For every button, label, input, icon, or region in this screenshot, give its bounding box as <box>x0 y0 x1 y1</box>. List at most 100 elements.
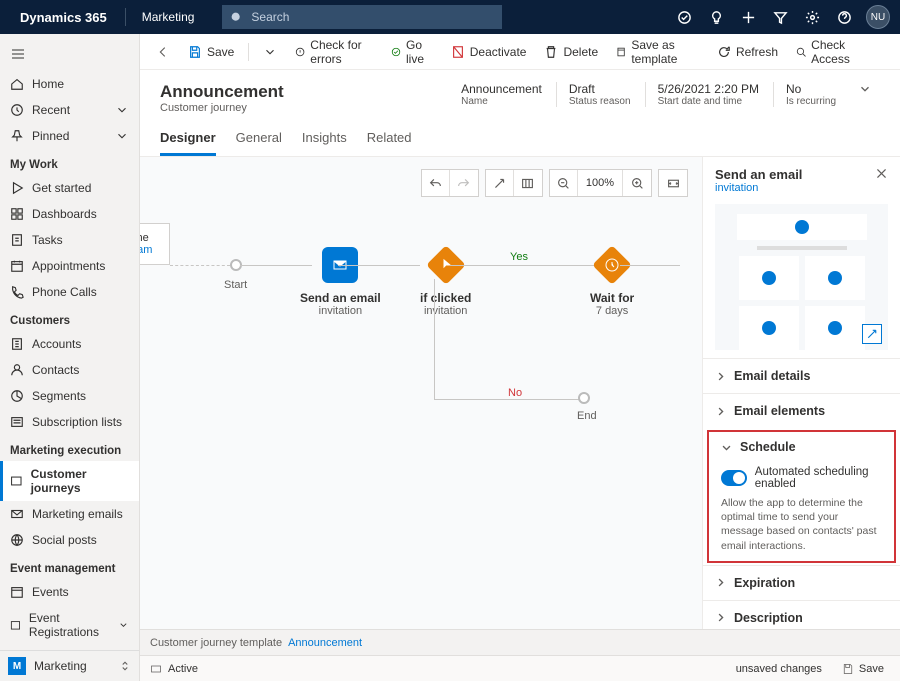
redo-button[interactable] <box>450 170 478 196</box>
fit-button[interactable] <box>659 170 687 196</box>
zoom-in-button[interactable] <box>623 170 651 196</box>
back-button[interactable] <box>148 41 178 63</box>
avatar[interactable]: NU <box>866 5 890 29</box>
nav-emails[interactable]: Marketing emails <box>0 501 139 527</box>
expand-preview-button[interactable] <box>862 324 882 344</box>
deactivate-button[interactable]: Deactivate <box>443 41 535 63</box>
meta-recurring[interactable]: NoIs recurring <box>773 82 836 107</box>
tab-insights[interactable]: Insights <box>302 124 347 156</box>
acc-schedule[interactable]: Schedule <box>709 432 894 464</box>
tab-designer[interactable]: Designer <box>160 124 216 156</box>
refresh-button[interactable]: Refresh <box>709 41 786 63</box>
nav-home[interactable]: Home <box>0 71 139 97</box>
condition-tile[interactable]: if clicked invitation <box>420 251 471 317</box>
nav-tasks[interactable]: Tasks <box>0 227 139 253</box>
nav-social[interactable]: Social posts <box>0 527 139 553</box>
acc-email-elements[interactable]: Email elements <box>703 394 900 428</box>
map-button[interactable] <box>514 170 542 196</box>
auto-schedule-toggle[interactable] <box>721 470 747 486</box>
nav-dashboards[interactable]: Dashboards <box>0 201 139 227</box>
panel-title: Send an email <box>715 167 802 182</box>
meta-status[interactable]: DraftStatus reason <box>556 82 631 107</box>
assistant-icon[interactable] <box>668 0 700 34</box>
wait-tile[interactable]: Wait for 7 days <box>590 251 634 317</box>
global-search[interactable] <box>222 5 502 29</box>
nav-hdr-mkt: Marketing execution <box>0 435 139 461</box>
meta-val: 5/26/2021 2:20 PM <box>658 82 759 96</box>
nav-label: Customer journeys <box>31 467 129 495</box>
nav-pinned[interactable]: Pinned <box>0 123 139 149</box>
nav-hdr-mywork: My Work <box>0 149 139 175</box>
tab-related[interactable]: Related <box>367 124 412 156</box>
nav-eventreg[interactable]: Event Registrations <box>0 605 139 645</box>
sidebar: Home Recent Pinned My Work Get started D… <box>0 34 140 681</box>
check-access-button[interactable]: Check Access <box>788 34 874 70</box>
golive-button[interactable]: Go live <box>383 34 441 70</box>
cmd-label: Refresh <box>736 45 778 59</box>
page-title: Announcement <box>160 82 284 102</box>
tile-sub: invitation <box>300 305 381 317</box>
nav-segments[interactable]: Segments <box>0 383 139 409</box>
chevron-down-icon <box>115 103 129 117</box>
nav-label: Event Registrations <box>29 611 110 639</box>
close-panel-button[interactable] <box>875 167 888 183</box>
more-commands[interactable] <box>876 41 892 63</box>
email-tile[interactable]: Send an email invitation <box>300 247 381 317</box>
acc-description[interactable]: Description <box>703 601 900 629</box>
acc-expiration[interactable]: Expiration <box>703 566 900 600</box>
area-switcher[interactable]: M Marketing <box>0 650 139 681</box>
status-active: Active <box>168 663 198 675</box>
tab-general[interactable]: General <box>236 124 282 156</box>
nav-label: Contacts <box>32 363 79 377</box>
footer-save-button[interactable]: Save <box>836 661 890 677</box>
cmd-label: Delete <box>563 45 598 59</box>
node-text: of the <box>140 232 149 244</box>
meta-name[interactable]: AnnouncementName <box>449 82 542 107</box>
save-dropdown[interactable] <box>255 41 285 63</box>
cmd-label: Check for errors <box>310 38 373 66</box>
check-errors-button[interactable]: Check for errors <box>287 34 381 70</box>
template-link[interactable]: Announcement <box>288 637 362 649</box>
lightbulb-icon[interactable] <box>700 0 732 34</box>
help-icon[interactable] <box>828 0 860 34</box>
module-name[interactable]: Marketing <box>134 10 203 24</box>
meta-val: Draft <box>569 82 631 96</box>
journey-canvas[interactable]: 100% of theDynam Start Send an email inv… <box>140 157 702 629</box>
filter-icon[interactable] <box>764 0 796 34</box>
end-node[interactable] <box>578 392 590 404</box>
save-button[interactable]: Save <box>180 41 242 63</box>
nav-contacts[interactable]: Contacts <box>0 357 139 383</box>
panel-subtitle[interactable]: invitation <box>715 182 802 194</box>
zoom-level[interactable]: 100% <box>578 170 623 196</box>
header-expand[interactable] <box>850 82 880 96</box>
gear-icon[interactable] <box>796 0 828 34</box>
nav-recent[interactable]: Recent <box>0 97 139 123</box>
nav-label: Phone Calls <box>32 285 97 299</box>
nav-phonecalls[interactable]: Phone Calls <box>0 279 139 305</box>
expand-button[interactable] <box>486 170 514 196</box>
nav-events[interactable]: Events <box>0 579 139 605</box>
delete-button[interactable]: Delete <box>536 41 606 63</box>
save-template-button[interactable]: Save as template <box>608 34 707 70</box>
acc-email-details[interactable]: Email details <box>703 359 900 393</box>
zoom-out-button[interactable] <box>550 170 578 196</box>
meta-start[interactable]: 5/26/2021 2:20 PMStart date and time <box>645 82 759 107</box>
template-label: Customer journey template <box>150 637 282 649</box>
nav-appointments[interactable]: Appointments <box>0 253 139 279</box>
search-input[interactable] <box>251 10 494 24</box>
nav-accounts[interactable]: Accounts <box>0 331 139 357</box>
plus-icon[interactable] <box>732 0 764 34</box>
audience-node[interactable]: of theDynam <box>140 223 170 265</box>
nav-sublists[interactable]: Subscription lists <box>0 409 139 435</box>
area-badge: M <box>8 657 26 675</box>
nav-getstarted[interactable]: Get started <box>0 175 139 201</box>
hamburger-icon[interactable] <box>0 40 139 71</box>
nav-label: Events <box>32 585 69 599</box>
nav-label: Dashboards <box>32 207 97 221</box>
footer-save-label: Save <box>859 663 884 675</box>
topbar-divider <box>125 8 126 26</box>
undo-button[interactable] <box>422 170 450 196</box>
brand: Dynamics 365 <box>10 10 117 25</box>
nav-journeys[interactable]: Customer journeys <box>0 461 139 501</box>
nav-label: Segments <box>32 389 86 403</box>
